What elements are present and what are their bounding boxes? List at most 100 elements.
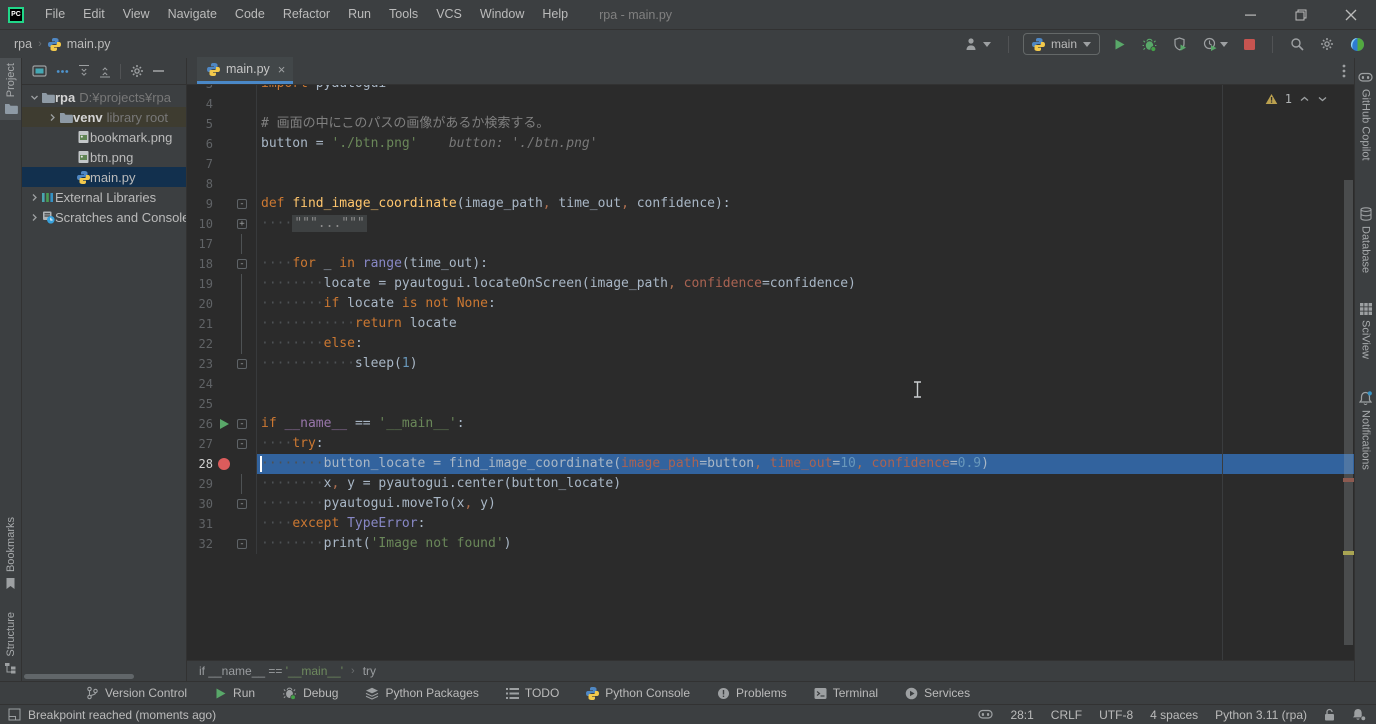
editor-gutter[interactable]: 31 <box>187 514 257 534</box>
learn-ide-button[interactable] <box>1347 35 1368 54</box>
search-everywhere-button[interactable] <box>1287 35 1307 53</box>
gutter-icon-slot[interactable] <box>213 85 235 94</box>
interpreter-widget[interactable]: Python 3.11 (rpa) <box>1215 708 1307 722</box>
gutter-icon-slot[interactable] <box>213 394 235 414</box>
line-number[interactable]: 7 <box>187 154 213 174</box>
profiler-button[interactable] <box>1200 35 1231 53</box>
menu-edit[interactable]: Edit <box>74 0 114 29</box>
line-number[interactable]: 20 <box>187 294 213 314</box>
breadcrumb-file[interactable]: main.py <box>67 37 111 51</box>
line-number[interactable]: 29 <box>187 474 213 494</box>
line-number[interactable]: 17 <box>187 234 213 254</box>
tool-window-button-services[interactable]: Services <box>905 686 970 700</box>
run-button[interactable] <box>1110 36 1129 53</box>
line-number[interactable]: 9 <box>187 194 213 214</box>
menu-tools[interactable]: Tools <box>380 0 427 29</box>
line-number[interactable]: 4 <box>187 94 213 114</box>
debug-button[interactable] <box>1139 35 1160 54</box>
code-line[interactable] <box>257 174 1354 194</box>
caret-position-widget[interactable]: 28:1 <box>1010 708 1033 722</box>
line-number[interactable]: 27 <box>187 434 213 454</box>
line-number[interactable]: 21 <box>187 314 213 334</box>
fold-marker[interactable]: - <box>237 419 247 429</box>
code-line[interactable]: ············return locate <box>257 314 1354 334</box>
code-line[interactable] <box>257 234 1354 254</box>
code-line[interactable] <box>257 94 1354 114</box>
gutter-icon-slot[interactable] <box>213 374 235 394</box>
editor-gutter[interactable]: 32- <box>187 534 257 554</box>
gutter-icon-slot[interactable] <box>213 114 235 134</box>
run-line-icon[interactable] <box>219 419 229 429</box>
editor-gutter[interactable]: 29 <box>187 474 257 494</box>
more-options-icon[interactable] <box>56 69 69 74</box>
gutter-icon-slot[interactable] <box>213 234 235 254</box>
code-line[interactable]: ········pyautogui.moveTo(x, y) <box>257 494 1354 514</box>
tree-item-bookmark-png[interactable]: bookmark.png <box>22 127 186 147</box>
gutter-icon-slot[interactable] <box>213 414 235 434</box>
code-line[interactable] <box>257 374 1354 394</box>
code-line[interactable] <box>257 394 1354 414</box>
editor-gutter[interactable]: 8 <box>187 174 257 194</box>
line-number[interactable]: 19 <box>187 274 213 294</box>
editor-gutter[interactable]: 30- <box>187 494 257 514</box>
stripe-mark-breakpoint[interactable] <box>1343 478 1354 482</box>
expand-all-button[interactable] <box>78 64 90 78</box>
gutter-icon-slot[interactable] <box>213 254 235 274</box>
breadcrumb-project[interactable]: rpa <box>14 37 32 51</box>
code-line[interactable]: ········else: <box>257 334 1354 354</box>
tool-strip-notifications[interactable]: Notifications <box>1355 386 1376 475</box>
code-line[interactable]: ····except TypeError: <box>257 514 1354 534</box>
user-profile-button[interactable] <box>962 35 994 53</box>
editor-gutter[interactable]: 3 <box>187 85 257 94</box>
tool-window-button-debug[interactable]: Debug <box>282 686 338 700</box>
line-number[interactable]: 32 <box>187 534 213 554</box>
tree-item-scratches-and-consoles[interactable]: Scratches and Consoles <box>22 207 186 227</box>
gutter-icon-slot[interactable] <box>213 314 235 334</box>
fold-marker[interactable]: - <box>237 439 247 449</box>
line-number[interactable]: 10 <box>187 214 213 234</box>
tool-window-icon[interactable] <box>8 708 21 721</box>
tree-item-btn-png[interactable]: btn.png <box>22 147 186 167</box>
readonly-lock-icon[interactable] <box>1324 708 1335 721</box>
editor-gutter[interactable]: 6 <box>187 134 257 154</box>
fold-marker[interactable]: - <box>237 199 247 209</box>
line-number[interactable]: 8 <box>187 174 213 194</box>
code-line[interactable]: ········locate = pyautogui.locateOnScree… <box>257 274 1354 294</box>
gutter-icon-slot[interactable] <box>213 434 235 454</box>
line-number[interactable]: 26 <box>187 414 213 434</box>
tab-main-py[interactable]: main.py × <box>197 57 293 84</box>
breakpoint-icon[interactable] <box>218 458 230 470</box>
code-line[interactable]: ····"""...""" <box>257 214 1354 234</box>
menu-navigate[interactable]: Navigate <box>159 0 226 29</box>
editor-gutter[interactable]: 27 - <box>187 434 257 454</box>
editor-vscrollbar[interactable] <box>1343 85 1354 660</box>
run-configuration-select[interactable]: main <box>1023 33 1100 55</box>
menu-view[interactable]: View <box>114 0 159 29</box>
tool-strip-github-copilot[interactable]: GitHub Copilot <box>1355 66 1376 166</box>
gutter-icon-slot[interactable] <box>213 354 235 374</box>
tree-item-venv[interactable]: venvlibrary root <box>22 107 186 127</box>
line-number[interactable]: 18 <box>187 254 213 274</box>
warning-count[interactable]: 1 <box>1285 92 1292 106</box>
gutter-icon-slot[interactable] <box>213 534 235 554</box>
line-number[interactable]: 22 <box>187 334 213 354</box>
code-editor[interactable]: 3import pyautogui45# 画面の中にこのパスの画像があるか検索す… <box>187 85 1354 660</box>
code-line[interactable]: # 画面の中にこのパスの画像があるか検索する。 <box>257 114 1354 134</box>
editor-gutter[interactable]: 26 - <box>187 414 257 434</box>
tool-window-button-python-console[interactable]: Python Console <box>586 686 690 700</box>
close-button[interactable] <box>1326 0 1376 29</box>
prev-problem-icon[interactable] <box>1299 95 1310 103</box>
fold-marker[interactable]: - <box>237 259 247 269</box>
code-line[interactable]: button = './btn.png' button: './btn.png' <box>257 134 1354 154</box>
fold-marker[interactable]: - <box>237 359 247 369</box>
gutter-icon-slot[interactable] <box>213 294 235 314</box>
tree-item-external-libraries[interactable]: External Libraries <box>22 187 186 207</box>
tool-strip-database[interactable]: Database <box>1355 202 1376 278</box>
line-number[interactable]: 30 <box>187 494 213 514</box>
code-line[interactable]: ········if locate is not None: <box>257 294 1354 314</box>
editor-gutter[interactable]: 9- <box>187 194 257 214</box>
tool-strip-project[interactable]: Project <box>0 58 21 120</box>
tool-window-button-run[interactable]: Run <box>214 686 255 700</box>
menu-vcs[interactable]: VCS <box>427 0 471 29</box>
gutter-icon-slot[interactable] <box>213 94 235 114</box>
